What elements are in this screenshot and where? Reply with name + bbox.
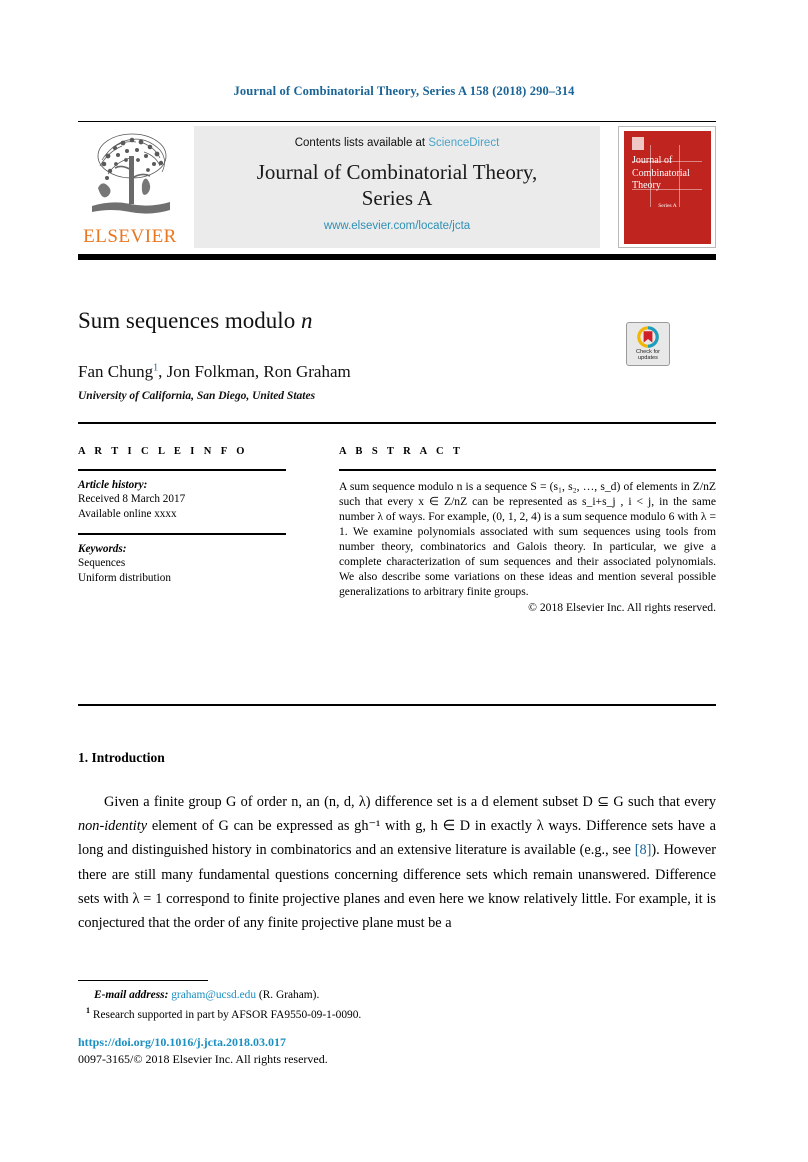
article-info-divider: [78, 469, 286, 471]
footnote-email-link[interactable]: graham@ucsd.edu: [171, 989, 256, 1001]
info-section-bottom-rule: [78, 704, 716, 707]
cover-series-text: Series A: [658, 203, 677, 209]
contents-prefix-text: Contents lists available at: [294, 137, 429, 149]
masthead-top-rule: [78, 121, 716, 122]
journal-title-line2: Series A: [361, 186, 433, 210]
footnote-rule: [78, 980, 208, 982]
paragraph-part-1: Given a finite group G of order n, an (n…: [104, 794, 716, 810]
paragraph-part-2: element of G can be expressed as gh⁻¹ wi…: [78, 818, 716, 859]
doi-link[interactable]: https://doi.org/10.1016/j.jcta.2018.03.0…: [78, 1034, 638, 1051]
keyword-item: Sequences: [78, 557, 126, 570]
paper-page: Journal of Combinatorial Theory, Series …: [0, 0, 808, 1162]
contents-available-line: Contents lists available at ScienceDirec…: [194, 137, 600, 149]
crossmark-label-line2: updates: [638, 355, 658, 362]
footnote-email: E-mail address: graham@ucsd.edu (R. Grah…: [78, 987, 638, 1003]
introduction-paragraph: Given a finite group G of order n, an (n…: [78, 790, 716, 935]
paragraph-italic-term: non-identity: [78, 818, 148, 835]
journal-cover-thumbnail: Journal of Combinatorial Theory Series A: [618, 126, 716, 248]
elsevier-tree-icon: [82, 126, 178, 222]
keyword-item: Uniform distribution: [78, 571, 171, 584]
abstract-body: A sum sequence modulo n is a sequence S …: [339, 479, 716, 599]
article-history-label: Article history:: [78, 478, 148, 491]
keywords-divider: [78, 533, 286, 535]
abstract-column: A B S T R A C T A sum sequence modulo n …: [339, 446, 716, 615]
abstract-divider: [339, 469, 716, 471]
footnote-block: E-mail address: graham@ucsd.edu (R. Grah…: [78, 987, 638, 1023]
cover-elsevier-mark-icon: [632, 137, 644, 150]
masthead: ELSEVIER Contents lists available at Sci…: [78, 126, 716, 248]
citation-link[interactable]: [8]: [635, 842, 652, 858]
issn-copyright-line: 0097-3165/© 2018 Elsevier Inc. All right…: [78, 1051, 328, 1066]
footnote-note: 1 Research supported in part by AFSOR FA…: [78, 1003, 638, 1023]
info-section-top-rule: [78, 422, 716, 425]
crossmark-badge[interactable]: Check for updates: [626, 322, 670, 366]
elsevier-logo: ELSEVIER: [78, 126, 182, 248]
journal-title: Journal of Combinatorial Theory, Series …: [194, 159, 600, 211]
footnote-email-suffix: (R. Graham).: [256, 989, 320, 1001]
keywords-label: Keywords:: [78, 542, 127, 555]
authors-rest: , Jon Folkman, Ron Graham: [158, 362, 351, 381]
article-info-heading: A R T I C L E I N F O: [78, 446, 248, 457]
journal-title-line1: Journal of Combinatorial Theory,: [256, 160, 538, 184]
title-italic-text: n: [300, 308, 313, 333]
author-list: Fan Chung1, Jon Folkman, Ron Graham: [78, 362, 351, 382]
doi-block: https://doi.org/10.1016/j.jcta.2018.03.0…: [78, 1034, 638, 1067]
affiliation: University of California, San Diego, Uni…: [78, 390, 316, 402]
abstract-heading: A B S T R A C T: [339, 446, 464, 457]
footnote-note-marker: 1: [86, 1006, 90, 1015]
crossmark-icon: [637, 326, 659, 348]
section-heading-introduction: 1. Introduction: [78, 750, 165, 765]
masthead-bottom-thick-rule: [78, 254, 716, 260]
abstract-copyright: © 2018 Elsevier Inc. All rights reserved…: [528, 601, 716, 615]
crossmark-label-line1: Check for: [636, 349, 660, 355]
cover-title-text: Journal of Combinatorial Theory: [632, 155, 690, 191]
journal-cover-art: Journal of Combinatorial Theory Series A: [624, 131, 711, 244]
running-head: Journal of Combinatorial Theory, Series …: [233, 84, 575, 98]
article-info-column: A R T I C L E I N F O Article history: R…: [78, 446, 308, 585]
title-main-text: Sum sequences modulo: [78, 308, 301, 333]
article-history-online: Available online xxxx: [78, 507, 177, 520]
sciencedirect-link[interactable]: ScienceDirect: [428, 137, 499, 149]
footnote-email-label: E-mail address:: [94, 989, 169, 1001]
author-first: Fan Chung: [78, 362, 154, 381]
elsevier-wordmark: ELSEVIER: [83, 226, 177, 247]
footnote-note-text: Research supported in part by AFSOR FA95…: [92, 1008, 362, 1021]
article-history-received: Received 8 March 2017: [78, 493, 186, 506]
page-title: Sum sequences modulo n: [78, 308, 312, 334]
contents-box: Contents lists available at ScienceDirec…: [194, 126, 600, 248]
journal-homepage-link[interactable]: www.elsevier.com/locate/jcta: [194, 220, 600, 232]
crossmark-label: Check for updates: [627, 349, 669, 362]
